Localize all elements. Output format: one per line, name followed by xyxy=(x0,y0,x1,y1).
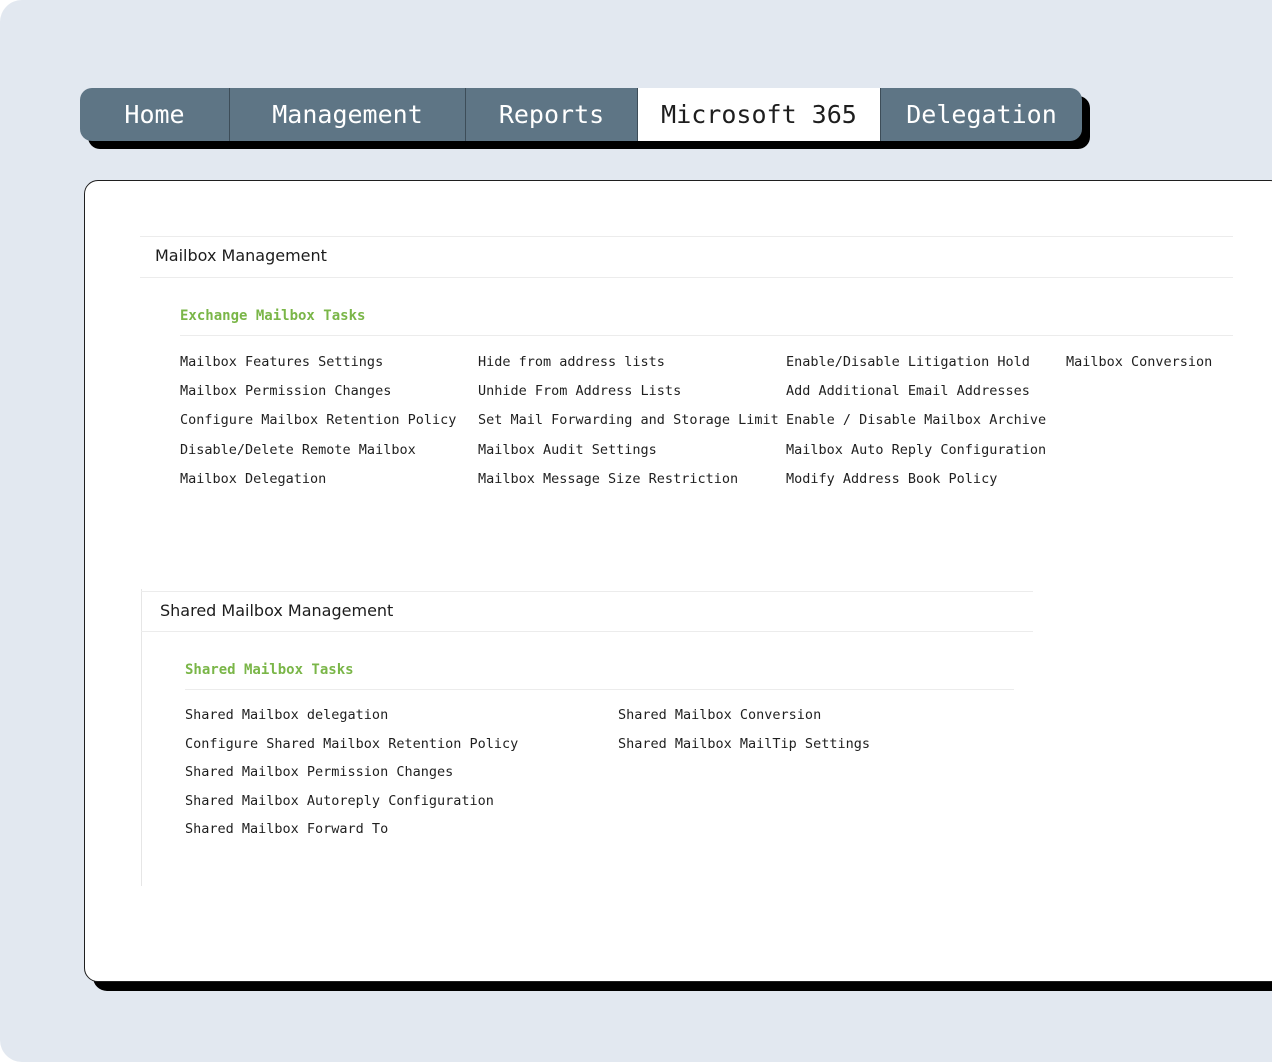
task-link[interactable]: Add Additional Email Addresses xyxy=(786,383,1046,412)
exchange-tasks-divider xyxy=(180,335,1233,336)
task-link[interactable]: Shared Mailbox Conversion xyxy=(618,707,870,736)
shared-section-left-rule xyxy=(141,589,142,886)
exchange-mailbox-tasks-heading: Exchange Mailbox Tasks xyxy=(180,308,366,324)
mailbox-management-title: Mailbox Management xyxy=(155,246,327,265)
exchange-tasks-column-2: Hide from address lists Unhide From Addr… xyxy=(478,354,779,500)
task-link[interactable]: Unhide From Address Lists xyxy=(478,383,779,412)
shared-tasks-column-1: Shared Mailbox delegation Configure Shar… xyxy=(185,707,518,850)
tab-management[interactable]: Management xyxy=(230,88,466,141)
content-panel: Mailbox Management Exchange Mailbox Task… xyxy=(84,180,1272,982)
task-link[interactable]: Mailbox Permission Changes xyxy=(180,383,456,412)
task-link[interactable]: Mailbox Audit Settings xyxy=(478,442,779,471)
shared-mailbox-management-title: Shared Mailbox Management xyxy=(160,601,394,620)
shared-tasks-divider xyxy=(185,689,1014,690)
task-link[interactable]: Mailbox Message Size Restriction xyxy=(478,471,779,500)
task-link[interactable]: Mailbox Features Settings xyxy=(180,354,456,383)
task-link[interactable]: Mailbox Delegation xyxy=(180,471,456,500)
task-link[interactable]: Enable / Disable Mailbox Archive xyxy=(786,412,1046,441)
exchange-tasks-column-4: Mailbox Conversion xyxy=(1066,354,1212,383)
top-nav: Home Management Reports Microsoft 365 De… xyxy=(80,88,1082,141)
task-link[interactable]: Enable/Disable Litigation Hold xyxy=(786,354,1046,383)
task-link[interactable]: Shared Mailbox Permission Changes xyxy=(185,764,518,793)
page-background: Home Management Reports Microsoft 365 De… xyxy=(0,0,1272,1062)
task-link[interactable]: Configure Shared Mailbox Retention Polic… xyxy=(185,736,518,765)
exchange-tasks-column-3: Enable/Disable Litigation Hold Add Addit… xyxy=(786,354,1046,500)
shared-tasks-column-2: Shared Mailbox Conversion Shared Mailbox… xyxy=(618,707,870,764)
task-link[interactable]: Modify Address Book Policy xyxy=(786,471,1046,500)
shared-mailbox-tasks-heading: Shared Mailbox Tasks xyxy=(185,662,354,678)
tab-home[interactable]: Home xyxy=(80,88,230,141)
task-link[interactable]: Shared Mailbox Autoreply Configuration xyxy=(185,793,518,822)
tab-reports[interactable]: Reports xyxy=(466,88,638,141)
task-link[interactable]: Shared Mailbox MailTip Settings xyxy=(618,736,870,765)
task-link[interactable]: Disable/Delete Remote Mailbox xyxy=(180,442,456,471)
task-link[interactable]: Mailbox Auto Reply Configuration xyxy=(786,442,1046,471)
tab-delegation[interactable]: Delegation xyxy=(881,88,1082,141)
task-link[interactable]: Configure Mailbox Retention Policy xyxy=(180,412,456,441)
exchange-tasks-column-1: Mailbox Features Settings Mailbox Permis… xyxy=(180,354,456,500)
tab-microsoft-365[interactable]: Microsoft 365 xyxy=(638,88,881,141)
task-link[interactable]: Shared Mailbox delegation xyxy=(185,707,518,736)
task-link[interactable]: Hide from address lists xyxy=(478,354,779,383)
task-link[interactable]: Mailbox Conversion xyxy=(1066,354,1212,383)
task-link[interactable]: Set Mail Forwarding and Storage Limit xyxy=(478,412,779,441)
task-link[interactable]: Shared Mailbox Forward To xyxy=(185,821,518,850)
